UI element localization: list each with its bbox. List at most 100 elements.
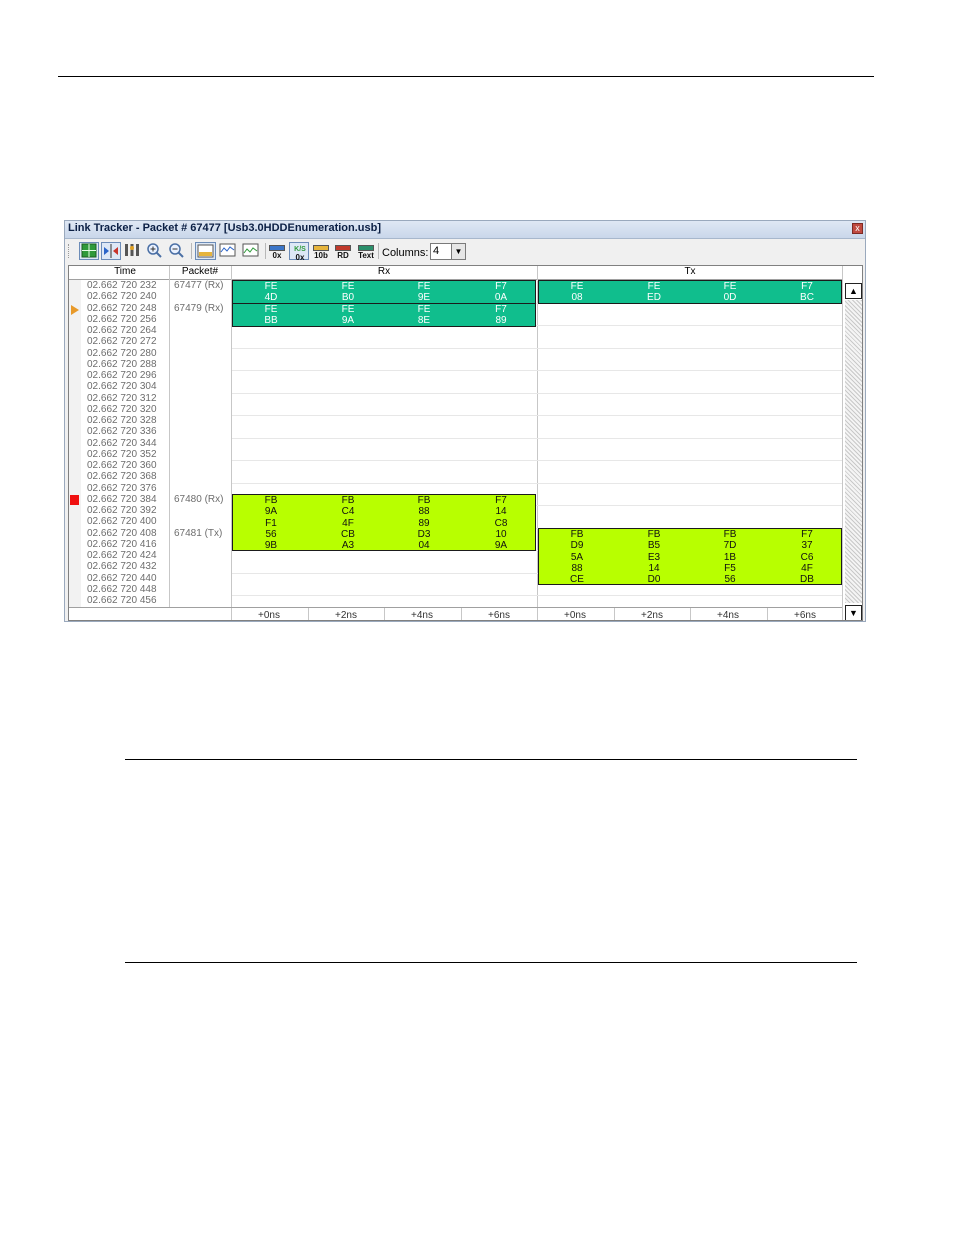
- timestamp[interactable]: 02.662 720 288: [87, 359, 161, 370]
- vertical-scrollbar[interactable]: ▲ ▼: [845, 280, 862, 620]
- zoom-in-button[interactable]: [145, 242, 165, 260]
- symbol-cell[interactable]: BC: [769, 292, 845, 303]
- symbol-cell[interactable]: B5: [616, 540, 692, 551]
- symbol-cell[interactable]: ED: [616, 292, 692, 303]
- timestamp[interactable]: 02.662 720 376: [87, 483, 161, 494]
- timestamp[interactable]: 02.662 720 320: [87, 404, 161, 415]
- scroll-down-icon[interactable]: ▼: [845, 605, 862, 620]
- rx-column-header[interactable]: Rx: [231, 266, 537, 279]
- symbol-cell[interactable]: FE: [386, 281, 462, 292]
- view-mode-1-button[interactable]: [195, 242, 216, 260]
- timestamp[interactable]: 02.662 720 328: [87, 415, 161, 426]
- text-format-button[interactable]: Text: [355, 242, 377, 260]
- timestamp[interactable]: 02.662 720 352: [87, 449, 161, 460]
- view-mode-2-button[interactable]: [218, 242, 239, 260]
- timestamp[interactable]: 02.662 720 392: [87, 505, 161, 516]
- packet-label[interactable]: 67481 (Tx): [174, 528, 222, 539]
- symbol-cell[interactable]: 89: [386, 518, 462, 529]
- timestamp[interactable]: 02.662 720 248: [87, 303, 161, 314]
- timestamp[interactable]: 02.662 720 360: [87, 460, 161, 471]
- symbol-cell[interactable]: 88: [539, 563, 615, 574]
- timestamp[interactable]: 02.662 720 384: [87, 494, 161, 505]
- symbol-cell[interactable]: FB: [310, 495, 386, 506]
- symbol-cell[interactable]: C6: [769, 552, 845, 563]
- symbol-cell[interactable]: F5: [692, 563, 768, 574]
- columns-select[interactable]: 4 ▼: [430, 243, 466, 260]
- symbol-cell[interactable]: 9B: [233, 540, 309, 551]
- chevron-down-icon[interactable]: ▼: [451, 244, 465, 259]
- symbol-cell[interactable]: CE: [539, 574, 615, 585]
- symbol-cell[interactable]: 8E: [386, 315, 462, 326]
- symbol-cell[interactable]: FB: [616, 529, 692, 540]
- symbol-cell[interactable]: FE: [539, 281, 615, 292]
- symbol-hex-format-button[interactable]: K/S 0x: [289, 242, 309, 262]
- symbol-cell[interactable]: CB: [310, 529, 386, 540]
- symbol-cell[interactable]: B0: [310, 292, 386, 303]
- packet-block-rx[interactable]: FB FB FB F7 9A C4 88 14 F1 4F 89 C8 56 CB D3 10 9B A3 04 9A: [232, 494, 536, 551]
- running-disparity-button[interactable]: RD: [333, 242, 353, 260]
- timestamp[interactable]: 02.662 720 264: [87, 325, 161, 336]
- timestamp[interactable]: 02.662 720 424: [87, 550, 161, 561]
- symbol-cell[interactable]: FE: [616, 281, 692, 292]
- timestamp[interactable]: 02.662 720 432: [87, 561, 161, 572]
- symbol-cell[interactable]: F7: [463, 281, 539, 292]
- timestamp[interactable]: 02.662 720 256: [87, 314, 161, 325]
- symbol-cell[interactable]: E3: [616, 552, 692, 563]
- symbol-cell[interactable]: 4D: [233, 292, 309, 303]
- symbol-cell[interactable]: 9A: [310, 315, 386, 326]
- packet-label[interactable]: 67479 (Rx): [174, 303, 223, 314]
- symbol-cell[interactable]: 4F: [310, 518, 386, 529]
- symbol-cell[interactable]: FE: [310, 281, 386, 292]
- symbol-cell[interactable]: 9A: [233, 506, 309, 517]
- symbol-cell[interactable]: 0A: [463, 292, 539, 303]
- symbol-cell[interactable]: 04: [386, 540, 462, 551]
- symbol-cell[interactable]: 08: [539, 292, 615, 303]
- symbol-cell[interactable]: FE: [386, 304, 462, 315]
- timestamp[interactable]: 02.662 720 232: [87, 280, 161, 291]
- symbol-cell[interactable]: F7: [769, 529, 845, 540]
- 10b-format-button[interactable]: 10b: [311, 242, 331, 260]
- timestamp[interactable]: 02.662 720 416: [87, 539, 161, 550]
- timestamp[interactable]: 02.662 720 304: [87, 381, 161, 392]
- timestamp[interactable]: 02.662 720 296: [87, 370, 161, 381]
- symbol-cell[interactable]: 5A: [539, 552, 615, 563]
- timestamp[interactable]: 02.662 720 440: [87, 573, 161, 584]
- symbol-cell[interactable]: 56: [233, 529, 309, 540]
- symbol-cell[interactable]: 88: [386, 506, 462, 517]
- symbol-cell[interactable]: 0D: [692, 292, 768, 303]
- packet-column-header[interactable]: Packet#: [169, 266, 231, 279]
- symbol-cell[interactable]: 1B: [692, 552, 768, 563]
- packet-block-rx[interactable]: FE FE FE F7 4D B0 9E 0A: [232, 280, 536, 304]
- symbol-cell[interactable]: F7: [463, 304, 539, 315]
- symbol-cell[interactable]: 14: [463, 506, 539, 517]
- symbol-cell[interactable]: C4: [310, 506, 386, 517]
- symbol-cell[interactable]: 4F: [769, 563, 845, 574]
- tx-column-header[interactable]: Tx: [537, 266, 843, 279]
- hex-format-button[interactable]: 0x: [267, 242, 287, 260]
- timestamp[interactable]: 02.662 720 344: [87, 438, 161, 449]
- symbol-cell[interactable]: F7: [463, 495, 539, 506]
- packet-block-tx[interactable]: FB FB FB F7 D9 B5 7D 37 5A E3 1B C6 88 14 F5 4F CE D0 56 DB: [538, 528, 842, 585]
- symbol-cell[interactable]: FE: [310, 304, 386, 315]
- symbol-cell[interactable]: 37: [769, 540, 845, 551]
- columns-view-button[interactable]: [123, 242, 143, 260]
- symbol-cell[interactable]: D0: [616, 574, 692, 585]
- time-column-header[interactable]: Time: [81, 266, 169, 279]
- symbol-cell[interactable]: DB: [769, 574, 845, 585]
- symbol-cell[interactable]: 9A: [463, 540, 539, 551]
- view-mode-3-button[interactable]: [241, 242, 262, 260]
- symbol-cell[interactable]: FB: [539, 529, 615, 540]
- scroll-up-icon[interactable]: ▲: [845, 283, 862, 299]
- symbol-cell[interactable]: BB: [233, 315, 309, 326]
- timestamp[interactable]: 02.662 720 408: [87, 528, 161, 539]
- zoom-out-button[interactable]: [167, 242, 187, 260]
- symbol-cell[interactable]: FE: [692, 281, 768, 292]
- packet-block-tx[interactable]: FE FE FE F7 08 ED 0D BC: [538, 280, 842, 304]
- timestamp[interactable]: 02.662 720 240: [87, 291, 161, 302]
- symbol-cell[interactable]: C8: [463, 518, 539, 529]
- symbol-cell[interactable]: FB: [692, 529, 768, 540]
- symbol-cell[interactable]: 7D: [692, 540, 768, 551]
- symbol-cell[interactable]: F7: [769, 281, 845, 292]
- timestamp[interactable]: 02.662 720 368: [87, 471, 161, 482]
- symbol-cell[interactable]: FE: [233, 281, 309, 292]
